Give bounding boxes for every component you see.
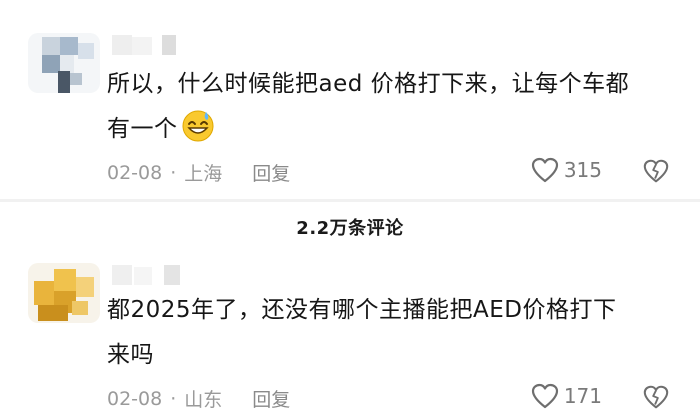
comment-text: 都2025年了，还没有哪个主播能把AED价格打下 来吗 bbox=[107, 288, 670, 378]
comment-date: 02-08 bbox=[107, 161, 163, 184]
heart-icon bbox=[531, 383, 558, 409]
comment-item: 所以，什么时候能把aed 价格打下来，让每个车都 有一个 02-08 · 上海 … bbox=[0, 0, 700, 200]
comment-location: 山东 bbox=[184, 389, 223, 411]
comment-text-line-2: 有一个 bbox=[107, 107, 670, 152]
username-blurred[interactable] bbox=[112, 265, 187, 285]
comment-feed: 所以，什么时候能把aed 价格打下来，让每个车都 有一个 02-08 · 上海 … bbox=[0, 0, 700, 414]
meta-separator: · bbox=[170, 387, 177, 410]
comment-text-line-2-text: 有一个 bbox=[107, 116, 178, 142]
comment-item: 都2025年了，还没有哪个主播能把AED价格打下 来吗 02-08 · 山东 回… bbox=[0, 255, 700, 414]
reply-button[interactable]: 回复 bbox=[252, 385, 290, 412]
total-comments-count: 2.2万条评论 bbox=[296, 218, 404, 239]
comment-date: 02-08 bbox=[107, 387, 163, 410]
comment-location: 上海 bbox=[184, 163, 223, 185]
like-button[interactable]: 315 bbox=[530, 156, 602, 184]
comment-text-line-1: 所以，什么时候能把aed 价格打下来，让每个车都 bbox=[107, 71, 630, 97]
broken-heart-icon bbox=[643, 159, 669, 183]
meta-separator: · bbox=[170, 161, 177, 184]
section-divider bbox=[0, 199, 700, 202]
reply-button[interactable]: 回复 bbox=[252, 159, 290, 186]
comment-text: 所以，什么时候能把aed 价格打下来，让每个车都 有一个 bbox=[107, 62, 670, 152]
comment-text-line-1: 都2025年了，还没有哪个主播能把AED价格打下 bbox=[107, 297, 617, 323]
avatar[interactable] bbox=[28, 263, 100, 323]
grinning-sweat-emoji-icon bbox=[180, 108, 216, 144]
username-blurred[interactable] bbox=[112, 35, 187, 55]
heart-icon bbox=[531, 157, 558, 183]
broken-heart-icon bbox=[643, 385, 669, 409]
comment-meta: 02-08 · 上海 回复 bbox=[107, 159, 290, 186]
dislike-button[interactable] bbox=[642, 383, 670, 411]
like-count: 171 bbox=[563, 384, 602, 408]
dislike-button[interactable] bbox=[642, 157, 670, 185]
avatar[interactable] bbox=[28, 33, 100, 93]
comment-meta: 02-08 · 山东 回复 bbox=[107, 385, 290, 412]
like-button[interactable]: 171 bbox=[530, 382, 602, 410]
like-count: 315 bbox=[563, 158, 602, 182]
comment-text-line-2: 来吗 bbox=[107, 342, 154, 368]
